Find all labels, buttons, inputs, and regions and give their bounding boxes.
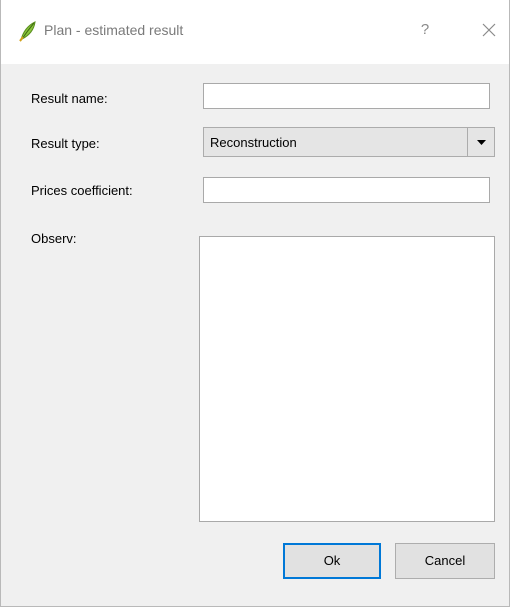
result-name-input[interactable] [203, 83, 490, 109]
observ-textarea[interactable] [199, 236, 495, 522]
dropdown-arrow[interactable] [467, 128, 494, 156]
qgis-leaf-icon [19, 21, 36, 42]
chevron-down-icon [477, 140, 486, 145]
ok-button[interactable]: Ok [283, 543, 381, 579]
dialog-window: Plan - estimated result ? Result name: R… [0, 0, 510, 607]
result-type-dropdown[interactable]: Reconstruction [203, 127, 495, 157]
help-button[interactable]: ? [414, 18, 436, 42]
prices-coefficient-label: Prices coefficient: [31, 183, 133, 198]
window-title: Plan - estimated result [44, 22, 184, 38]
title-bar: Plan - estimated result ? [1, 0, 509, 64]
observ-label: Observ: [31, 231, 77, 246]
close-icon[interactable] [477, 18, 501, 42]
prices-coefficient-input[interactable] [203, 177, 490, 203]
result-type-selected: Reconstruction [210, 135, 297, 150]
result-name-label: Result name: [31, 91, 108, 106]
result-type-label: Result type: [31, 136, 100, 151]
cancel-button[interactable]: Cancel [395, 543, 495, 579]
